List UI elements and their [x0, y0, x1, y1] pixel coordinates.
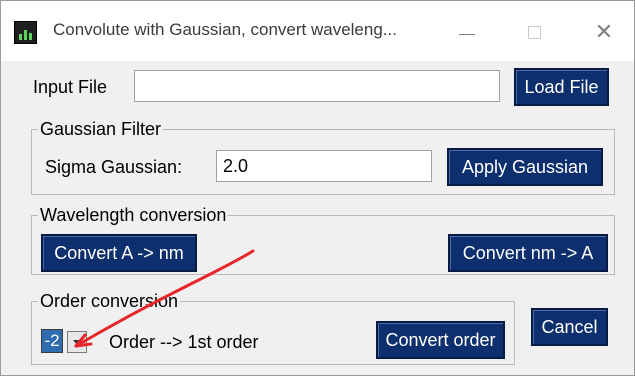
dialog-window: Convolute with Gaussian, convert wavelen…: [0, 0, 635, 376]
input-file-label: Input File: [33, 77, 108, 97]
sigma-gaussian-label: Sigma Gaussian:: [45, 157, 183, 177]
convert-nm-to-a-button[interactable]: Convert nm -> A: [448, 234, 608, 272]
minimize-icon[interactable]: [450, 15, 484, 49]
title-bar[interactable]: Convolute with Gaussian, convert wavelen…: [1, 1, 634, 61]
order-value-field[interactable]: -2: [41, 329, 63, 353]
chevron-down-icon: [73, 339, 81, 345]
load-file-button[interactable]: Load File: [514, 68, 609, 106]
order-conversion-title: Order conversion: [38, 290, 181, 312]
window-title: Convolute with Gaussian, convert wavelen…: [53, 20, 397, 39]
order-dropdown-arrow[interactable]: [67, 331, 87, 353]
apply-gaussian-button[interactable]: Apply Gaussian: [447, 148, 603, 186]
wavelength-conversion-title: Wavelength conversion: [38, 204, 229, 226]
sigma-gaussian-field[interactable]: [216, 150, 432, 182]
convert-a-to-nm-button[interactable]: Convert A -> nm: [41, 234, 197, 272]
cancel-button[interactable]: Cancel: [531, 308, 608, 346]
app-icon: [14, 21, 37, 44]
convert-order-button[interactable]: Convert order: [376, 321, 505, 359]
close-icon[interactable]: ✕: [587, 15, 621, 49]
gaussian-filter-title: Gaussian Filter: [38, 118, 164, 140]
maximize-icon[interactable]: [517, 15, 551, 49]
input-file-field[interactable]: [134, 70, 500, 102]
order-conversion-label: Order --> 1st order: [109, 332, 259, 352]
